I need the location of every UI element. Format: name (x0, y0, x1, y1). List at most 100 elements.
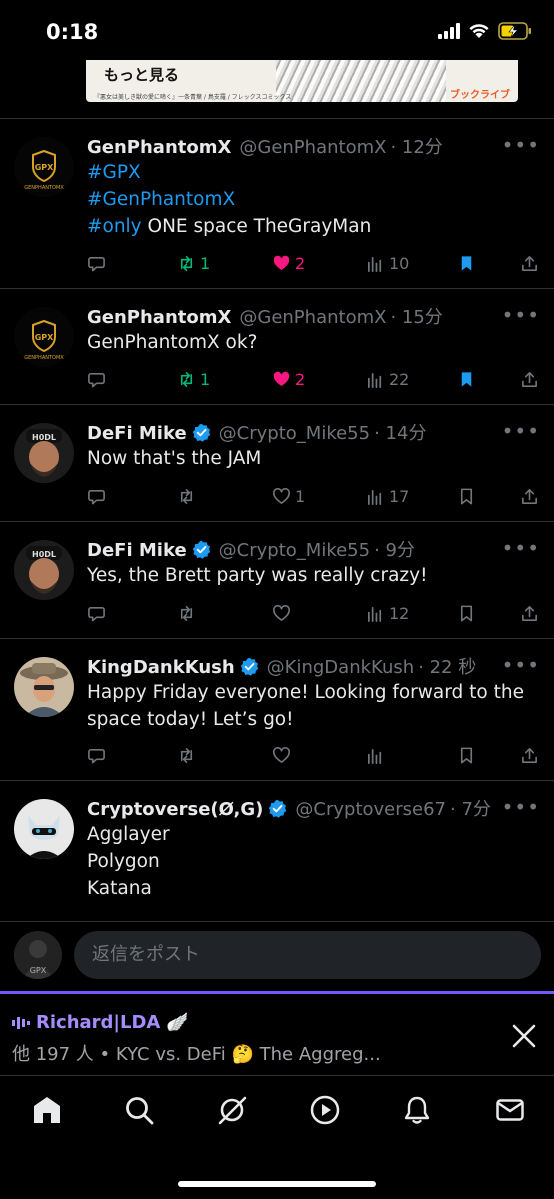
tweet-actions: 1 2 10 (87, 251, 542, 275)
author-handle[interactable]: @Crypto_Mike55 (219, 540, 370, 561)
more-options-icon[interactable]: ••• (502, 419, 540, 443)
author-name[interactable]: DeFi Mike (87, 540, 187, 561)
retweet-button[interactable]: 1 (177, 251, 210, 275)
heart-icon (272, 746, 291, 765)
author-handle[interactable]: @Cryptoverse67 (295, 799, 446, 820)
home-indicator (178, 1181, 376, 1187)
ad-credit-text: 『悪女は美しき獣の愛に啼く』一条青葉 / 鳥支羅 / フレックスコミックス (94, 94, 292, 101)
home-icon[interactable] (31, 1094, 63, 1126)
tweet[interactable]: H0DL DeFi Mike @Crypto_Mike55 · 14分 ••• N… (0, 405, 554, 522)
close-icon[interactable] (510, 1022, 538, 1050)
tweet-body: Yes, the Brett party was really crazy! (87, 562, 540, 589)
tweet-body: GenPhantomX ok? (87, 329, 540, 356)
like-button[interactable] (272, 743, 295, 767)
like-count: 1 (295, 486, 306, 506)
tweet-header: DeFi Mike @Crypto_Mike55 · 14分 (87, 419, 510, 445)
tweet-text: GenPhantomX ok? (87, 332, 258, 353)
reply-button[interactable] (87, 743, 110, 767)
space-subtitle: 他 197 人 • KYC vs. DeFi 🤔 The Aggreg... (12, 1044, 381, 1065)
tweet-line: #GenPhantomX (87, 186, 540, 213)
bookmark-button[interactable] (457, 251, 476, 275)
like-button[interactable] (272, 601, 295, 625)
author-name[interactable]: DeFi Mike (87, 423, 187, 444)
ad-banner-image[interactable]: もっと見る 『悪女は美しき獣の愛に啼く』一条青葉 / 鳥支羅 / フレックスコミ… (86, 60, 518, 102)
svg-text:H0DL: H0DL (32, 550, 56, 559)
share-button[interactable] (520, 601, 539, 625)
like-button[interactable]: 2 (272, 367, 305, 391)
hashtag-link[interactable]: #GenPhantomX (87, 189, 235, 210)
reply-button[interactable] (87, 484, 110, 508)
share-icon (520, 254, 539, 273)
share-button[interactable] (520, 251, 539, 275)
ad-more-button[interactable]: もっと見る (104, 64, 179, 85)
avatar[interactable]: GPX GENPHANTOMX (14, 137, 74, 197)
tweet-header: KingDankKush @KingDankKush · 22 秒 (87, 653, 510, 679)
retweet-button[interactable]: 1 (177, 367, 210, 391)
bookmark-icon (457, 746, 476, 765)
retweet-button[interactable] (177, 743, 200, 767)
share-button[interactable] (520, 367, 539, 391)
author-name[interactable]: KingDankKush (87, 657, 235, 678)
author-name[interactable]: GenPhantomX (87, 307, 231, 328)
bookmark-button[interactable] (457, 601, 476, 625)
author-handle[interactable]: @Crypto_Mike55 (219, 423, 370, 444)
more-options-icon[interactable]: ••• (502, 653, 540, 677)
bookmark-button[interactable] (457, 484, 476, 508)
space-host-emoji: 🪽 (166, 1012, 189, 1033)
share-button[interactable] (520, 743, 539, 767)
avatar[interactable]: H0DL (14, 423, 74, 483)
tweet[interactable]: KingDankKush @KingDankKush · 22 秒 ••• Hap… (0, 639, 554, 781)
views-button[interactable]: 10 (366, 251, 409, 275)
tweet[interactable]: H0DL DeFi Mike @Crypto_Mike55 · 9分 ••• Ye… (0, 522, 554, 639)
reply-button[interactable] (87, 601, 110, 625)
ad-manga-art (276, 60, 446, 102)
search-icon[interactable] (123, 1094, 155, 1126)
reply-button[interactable] (87, 367, 110, 391)
more-options-icon[interactable]: ••• (502, 303, 540, 327)
avatar[interactable] (14, 657, 74, 717)
tweet-text: Yes, the Brett party was really crazy! (87, 565, 428, 586)
audio-wave-icon (12, 1016, 30, 1029)
reply-button[interactable] (87, 251, 110, 275)
more-options-icon[interactable]: ••• (502, 133, 540, 157)
hashtag-link[interactable]: #only (87, 216, 142, 237)
reply-icon (87, 487, 106, 506)
space-mini-player[interactable]: Richard|LDA 🪽 他 197 人 • KYC vs. DeFi 🤔 T… (0, 991, 554, 1075)
retweet-button[interactable] (177, 601, 200, 625)
views-button[interactable]: 12 (366, 601, 409, 625)
views-button[interactable]: 22 (366, 367, 409, 391)
avatar[interactable]: H0DL (14, 540, 74, 600)
share-button[interactable] (520, 484, 539, 508)
like-button[interactable]: 1 (272, 484, 305, 508)
avatar[interactable] (14, 799, 74, 859)
video-icon[interactable] (309, 1094, 341, 1126)
views-button[interactable] (366, 743, 389, 767)
tweet[interactable]: Cryptoverse(Ø,G) @Cryptoverse67 · 7分 •••… (0, 781, 554, 922)
like-button[interactable]: 2 (272, 251, 305, 275)
author-name[interactable]: Cryptoverse(Ø,G) (87, 799, 263, 820)
author-handle[interactable]: @GenPhantomX (239, 137, 386, 158)
view-count: 10 (389, 253, 410, 273)
tweet[interactable]: GPX GENPHANTOMX GenPhantomX @GenPhantomX … (0, 289, 554, 405)
avatar[interactable]: GPX GENPHANTOMX (14, 307, 74, 367)
hashtag-link[interactable]: #GPX (87, 162, 141, 183)
bookmark-button[interactable] (457, 743, 476, 767)
views-icon (366, 746, 385, 765)
author-handle[interactable]: @GenPhantomX (239, 307, 386, 328)
grok-icon[interactable] (216, 1094, 248, 1126)
notifications-icon[interactable] (401, 1094, 433, 1126)
author-name[interactable]: GenPhantomX (87, 137, 231, 158)
tweet-header: Cryptoverse(Ø,G) @Cryptoverse67 · 7分 (87, 795, 510, 821)
more-options-icon[interactable]: ••• (502, 536, 540, 560)
author-handle[interactable]: @KingDankKush (267, 657, 414, 678)
more-options-icon[interactable]: ••• (502, 795, 540, 819)
bookmark-button[interactable] (457, 367, 476, 391)
tweet-text: ONE space TheGrayMan (141, 216, 372, 237)
tweet[interactable]: GPX GENPHANTOMX GenPhantomX @GenPhantomX … (0, 119, 554, 289)
messages-icon[interactable] (494, 1094, 526, 1126)
retweet-button[interactable] (177, 484, 200, 508)
reply-input[interactable]: 返信をポスト (74, 931, 541, 979)
views-button[interactable]: 17 (366, 484, 409, 508)
retweet-icon (177, 746, 196, 765)
bookmark-icon (457, 604, 476, 623)
